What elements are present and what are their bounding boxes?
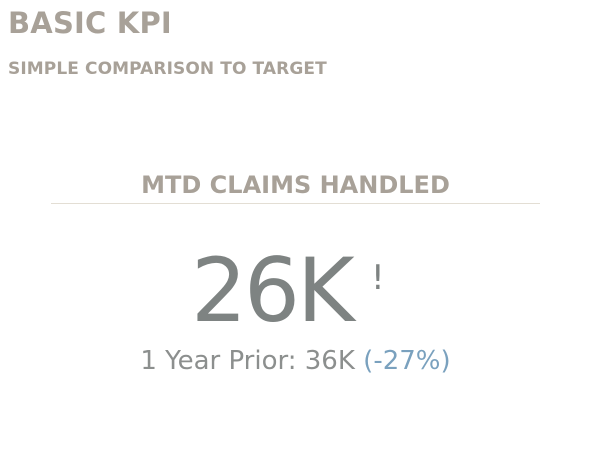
page-subtitle: SIMPLE COMPARISON TO TARGET bbox=[8, 59, 327, 79]
alert-icon: ! bbox=[371, 258, 385, 298]
page-title: BASIC KPI bbox=[8, 6, 172, 40]
kpi-change: (-27%) bbox=[363, 346, 451, 376]
kpi-comparison-label: 1 Year Prior: 36K bbox=[140, 346, 355, 376]
kpi-card: MTD CLAIMS HANDLED 26K ! 1 Year Prior: 3… bbox=[51, 168, 540, 408]
kpi-comparison: 1 Year Prior: 36K (-27%) bbox=[51, 344, 540, 378]
kpi-value-row: 26K ! bbox=[51, 236, 540, 346]
kpi-divider bbox=[51, 203, 540, 204]
kpi-title: MTD CLAIMS HANDLED bbox=[141, 171, 450, 199]
kpi-value: 26K bbox=[191, 239, 355, 342]
